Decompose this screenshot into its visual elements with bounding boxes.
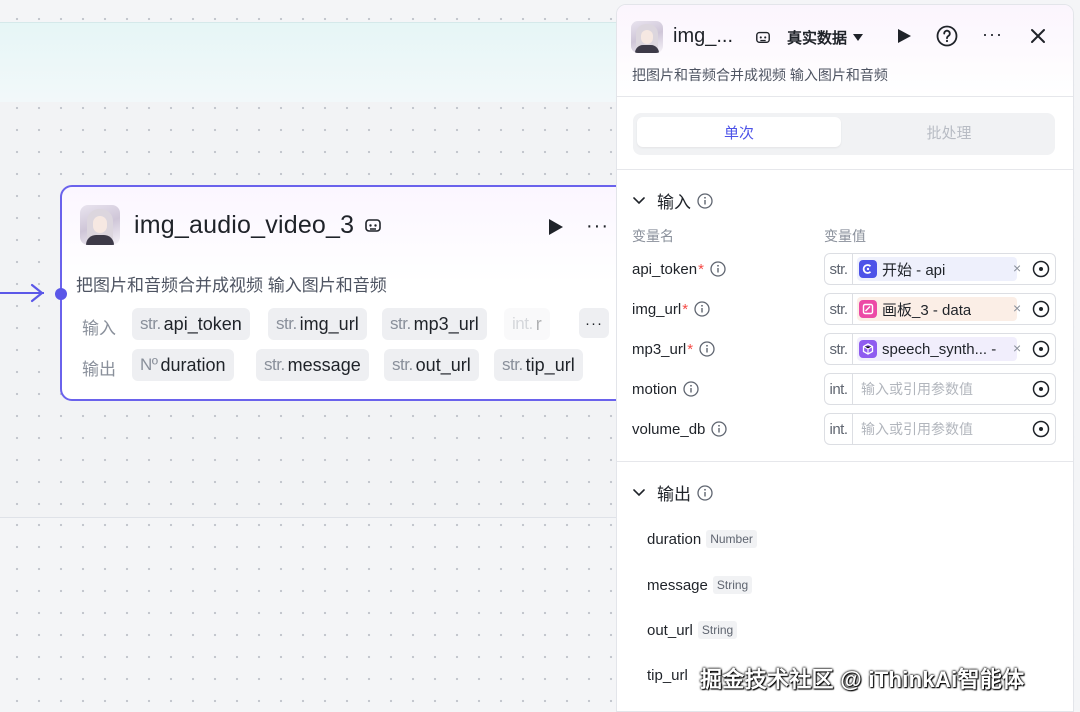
data-mode-dropdown[interactable]: 真实数据 [787, 27, 864, 48]
clear-icon[interactable]: × [1013, 260, 1021, 276]
value-input-placeholder[interactable]: 输入或引用参数值 [861, 379, 973, 399]
chevron-down-icon [633, 488, 645, 496]
test-run-panel: img_... 真实数据 ··· 把图片和音频合并成视频 输入图片和音频 单次 … [616, 4, 1074, 712]
node-input-chip: str. mp3_url [382, 308, 487, 340]
info-icon [683, 381, 699, 397]
variable-value-field[interactable]: str. 画板_3 - data × [824, 293, 1056, 325]
type-label: str. [825, 254, 853, 284]
panel-avatar [631, 21, 663, 53]
variable-value-field[interactable]: str. speech_synth... - × [824, 333, 1056, 365]
workflow-node[interactable]: img_audio_video_3 ··· 把图片和音频合并成视频 输入图片和音… [60, 185, 640, 401]
clear-icon[interactable]: × [1013, 340, 1021, 356]
type-badge: String [697, 621, 738, 639]
reference-tag[interactable]: 画板_3 - data [857, 297, 1017, 321]
output-variable: message String [647, 576, 753, 594]
plugin-cube-icon [859, 340, 877, 358]
watermark: 掘金技术社区 @ iThinkAi智能体 [700, 667, 1025, 692]
info-icon [697, 192, 713, 209]
node-output-chip: str. message [256, 349, 369, 381]
output-variable: duration Number [647, 530, 757, 548]
node-inputs-more-button[interactable]: ··· [579, 308, 609, 338]
clear-icon[interactable]: × [1013, 300, 1021, 316]
column-header-value: 变量值 [824, 228, 866, 244]
output-variable: out_url String [647, 621, 738, 639]
node-output-chip: str. out_url [384, 349, 479, 381]
variable-settings-icon[interactable] [1032, 420, 1050, 438]
variable-value-field[interactable]: str. 开始 - api × [824, 253, 1056, 285]
node-output-chip: Nº duration [132, 349, 234, 381]
output-section-header[interactable]: 输出 [633, 480, 713, 505]
reference-tag[interactable]: speech_synth... - [857, 337, 1017, 361]
node-title: img_audio_video_3 [134, 210, 355, 239]
variable-row: api_token * [632, 254, 726, 284]
plugin-robot-icon [756, 31, 770, 44]
variable-value-field[interactable]: int. 输入或引用参数值 [824, 373, 1056, 405]
arrow-icon [30, 283, 44, 303]
info-icon [697, 484, 713, 501]
variable-settings-icon[interactable] [1032, 300, 1050, 318]
run-node-icon[interactable] [545, 217, 565, 237]
tab-single[interactable]: 单次 [637, 117, 841, 147]
divider [617, 169, 1073, 170]
chevron-down-icon [633, 196, 645, 204]
start-node-icon [859, 260, 877, 278]
tab-batch[interactable]: 批处理 [847, 117, 1051, 147]
run-icon[interactable] [895, 27, 913, 45]
variable-row: mp3_url * [632, 334, 715, 364]
node-input-label: 输入 [82, 319, 116, 338]
panel-title: img_... [673, 25, 734, 47]
help-icon[interactable] [936, 25, 958, 47]
type-badge: String [712, 576, 753, 594]
input-section-header[interactable]: 输入 [633, 188, 713, 213]
node-output-chip: str. tip_url [494, 349, 583, 381]
value-input-placeholder[interactable]: 输入或引用参数值 [861, 419, 973, 439]
info-icon [694, 301, 710, 317]
variable-settings-icon[interactable] [1032, 380, 1050, 398]
node-more-icon[interactable]: ··· [586, 216, 609, 236]
canvas-node-icon [859, 300, 877, 318]
column-header-name: 变量名 [632, 228, 674, 244]
close-icon[interactable] [1029, 27, 1047, 45]
caret-down-icon [853, 34, 864, 41]
variable-settings-icon[interactable] [1032, 340, 1050, 358]
output-variable: tip_url [647, 667, 688, 684]
info-icon [699, 341, 715, 357]
run-mode-tabs: 单次 批处理 [633, 113, 1055, 155]
type-label: int. [825, 374, 853, 404]
variable-row: volume_db [632, 414, 728, 444]
panel-more-icon[interactable]: ··· [982, 24, 1003, 45]
node-output-label: 输出 [82, 360, 116, 379]
panel-description: 把图片和音频合并成视频 输入图片和音频 [632, 67, 888, 83]
canvas-group-header [0, 22, 616, 102]
divider [617, 461, 1073, 462]
node-input-chip: str. img_url [268, 308, 367, 340]
info-icon [711, 421, 728, 437]
node-description: 把图片和音频合并成视频 输入图片和音频 [76, 276, 387, 295]
variable-row: motion [632, 374, 699, 404]
node-input-chip: int. r [504, 308, 550, 340]
plugin-robot-icon [365, 219, 382, 232]
variable-row: img_url * [632, 294, 710, 324]
type-label: int. [825, 414, 853, 444]
type-label: str. [825, 294, 853, 324]
type-label: str. [825, 334, 853, 364]
node-input-chip: str. api_token [132, 308, 250, 340]
reference-tag[interactable]: 开始 - api [857, 257, 1017, 281]
input-port[interactable] [55, 288, 67, 300]
info-icon [710, 261, 726, 277]
variable-settings-icon[interactable] [1032, 260, 1050, 278]
variable-value-field[interactable]: int. 输入或引用参数值 [824, 413, 1056, 445]
node-avatar [80, 205, 120, 245]
type-badge: Number [706, 530, 757, 548]
